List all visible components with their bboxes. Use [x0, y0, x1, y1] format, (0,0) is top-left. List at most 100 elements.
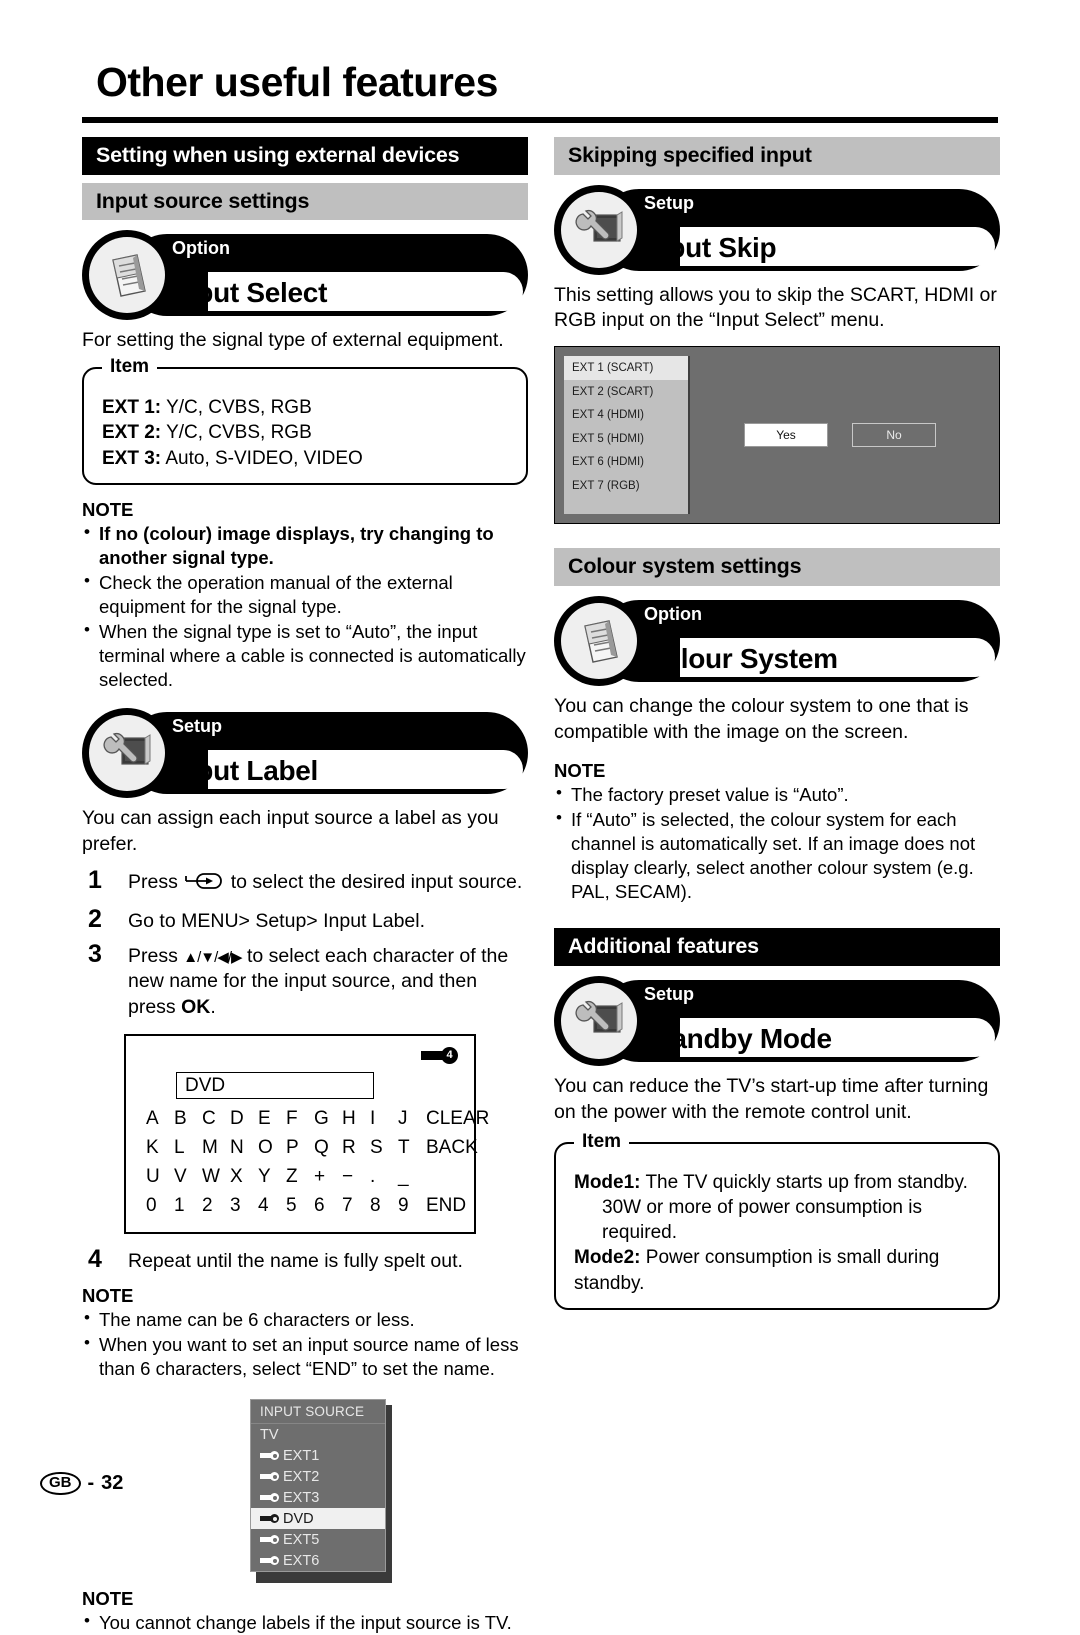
- skip-item-ext1-selected[interactable]: EXT 1 (SCART): [564, 356, 688, 381]
- char-cell[interactable]: S: [370, 1134, 398, 1163]
- item-label: EXT 2:: [102, 422, 162, 444]
- char-cell[interactable]: 5: [286, 1192, 314, 1221]
- char-cell[interactable]: U: [146, 1163, 174, 1192]
- osd-row-ext6[interactable]: EXT6: [251, 1550, 385, 1571]
- clipboard-icon: [82, 230, 172, 321]
- step-text: Repeat until the name is fully spelt out…: [128, 1250, 463, 1273]
- char-cell[interactable]: T: [398, 1134, 426, 1163]
- footer-separator: -: [87, 1471, 95, 1494]
- char-cell[interactable]: G: [314, 1105, 342, 1134]
- region-badge: GB: [40, 1471, 81, 1495]
- step-text: Press to select the desired input source…: [128, 867, 522, 898]
- mode1-label: Mode1:: [574, 1171, 641, 1193]
- no-button[interactable]: No: [852, 423, 936, 448]
- char-cell[interactable]: K: [146, 1134, 174, 1163]
- char-cell[interactable]: Q: [314, 1134, 342, 1163]
- left-column: Setting when using external devices Inpu…: [82, 137, 528, 1635]
- char-cell[interactable]: 1: [174, 1192, 202, 1221]
- name-input-field[interactable]: DVD: [176, 1071, 374, 1099]
- step-number: 2: [88, 904, 102, 933]
- char-cell[interactable]: .: [370, 1163, 398, 1192]
- char-cell[interactable]: J: [398, 1105, 426, 1134]
- colour-system-intro: You can change the colour system to one …: [554, 694, 969, 743]
- char-cell[interactable]: 9: [398, 1192, 426, 1221]
- char-cell[interactable]: M: [202, 1134, 230, 1163]
- input-label-final-note: NOTE You cannot change labels if the inp…: [82, 1588, 528, 1635]
- char-cell[interactable]: O: [258, 1134, 286, 1163]
- osd-row-dvd-selected[interactable]: DVD: [251, 1508, 385, 1530]
- skip-item-ext2[interactable]: EXT 2 (SCART): [564, 380, 688, 404]
- badge-name: Colour System: [644, 642, 838, 674]
- character-grid[interactable]: A B C D E F G H I J CLEAR K L M N O P Q …: [140, 1105, 489, 1221]
- badge-kicker: Option: [644, 603, 702, 624]
- osd-row-ext5[interactable]: EXT5: [251, 1529, 385, 1550]
- step-number: 3: [88, 939, 102, 968]
- back-key[interactable]: BACK: [426, 1134, 489, 1163]
- char-cell[interactable]: R: [342, 1134, 370, 1163]
- char-cell[interactable]: 2: [202, 1192, 230, 1221]
- section-header-colour-system-settings: Colour system settings: [554, 548, 1000, 586]
- char-cell[interactable]: −: [342, 1163, 370, 1192]
- char-cell[interactable]: 4: [258, 1192, 286, 1221]
- char-cell[interactable]: _: [398, 1163, 426, 1192]
- char-cell[interactable]: Z: [286, 1163, 314, 1192]
- skip-item-ext5[interactable]: EXT 5 (HDMI): [564, 427, 688, 451]
- char-cell[interactable]: I: [370, 1105, 398, 1134]
- osd-row-ext2[interactable]: EXT2: [251, 1466, 385, 1487]
- skip-item-ext6[interactable]: EXT 6 (HDMI): [564, 451, 688, 475]
- dpad-arrows-icon: ▲/▼/◀/▶: [183, 948, 242, 966]
- char-cell[interactable]: D: [230, 1105, 258, 1134]
- skip-item-ext7[interactable]: EXT 7 (RGB): [564, 475, 688, 499]
- character-entry-diagram: 4 DVD A B C D E F G H I J CLEAR K L M N …: [124, 1033, 489, 1235]
- clear-key[interactable]: CLEAR: [426, 1105, 489, 1134]
- manual-page: Other useful features Setting when using…: [0, 0, 1080, 1633]
- osd-panel: INPUT SOURCE TV EXT1 EXT2 EXT3 DVD EXT5 …: [250, 1399, 386, 1573]
- callout-step-4: 4: [421, 1046, 458, 1064]
- char-cell[interactable]: F: [286, 1105, 314, 1134]
- char-cell[interactable]: H: [342, 1105, 370, 1134]
- clipboard-icon: [554, 595, 644, 686]
- char-cell[interactable]: 8: [370, 1192, 398, 1221]
- input-skip-osd: EXT 1 (SCART) EXT 2 (SCART) EXT 4 (HDMI)…: [554, 346, 1000, 525]
- char-cell[interactable]: P: [286, 1134, 314, 1163]
- item-label: EXT 1:: [102, 397, 162, 419]
- badge-kicker: Setup: [644, 983, 695, 1004]
- char-cell[interactable]: W: [202, 1163, 230, 1192]
- char-cell[interactable]: E: [258, 1105, 286, 1134]
- char-cell[interactable]: X: [230, 1163, 258, 1192]
- plug-icon: [260, 1451, 279, 1461]
- char-cell[interactable]: V: [174, 1163, 202, 1192]
- char-cell[interactable]: 0: [146, 1192, 174, 1221]
- char-cell[interactable]: A: [146, 1105, 174, 1134]
- step-text-bold: OK: [181, 995, 211, 1018]
- step-text: Press ▲/▼/◀/▶ to select each character o…: [128, 941, 528, 1020]
- plug-icon: [260, 1514, 279, 1524]
- osd-row-label: EXT6: [283, 1552, 320, 1569]
- plug-icon: [260, 1472, 279, 1482]
- step-text-tail: .: [210, 995, 216, 1018]
- osd-row-tv[interactable]: TV: [251, 1424, 385, 1445]
- end-key[interactable]: END: [426, 1192, 489, 1221]
- plug-icon: [260, 1556, 279, 1566]
- standby-mode-item-box: Item Mode1: The TV quickly starts up fro…: [554, 1131, 1000, 1310]
- step: 3 Press ▲/▼/◀/▶ to select each character…: [82, 939, 528, 1020]
- char-cell[interactable]: 7: [342, 1192, 370, 1221]
- item-legend: Item: [574, 1131, 630, 1151]
- skip-item-ext4[interactable]: EXT 4 (HDMI): [564, 404, 688, 428]
- input-skip-intro: This setting allows you to skip the SCAR…: [554, 283, 997, 332]
- char-cell[interactable]: Y: [258, 1163, 286, 1192]
- char-cell[interactable]: B: [174, 1105, 202, 1134]
- char-cell[interactable]: 6: [314, 1192, 342, 1221]
- char-cell[interactable]: 3: [230, 1192, 258, 1221]
- char-cell[interactable]: N: [230, 1134, 258, 1163]
- char-cell[interactable]: C: [202, 1105, 230, 1134]
- item-value: Y/C, CVBS, RGB: [166, 397, 312, 419]
- section-header-additional-features: Additional features: [554, 928, 1000, 966]
- osd-row-ext1[interactable]: EXT1: [251, 1445, 385, 1466]
- item-row: Mode2: Power consumption is small during…: [574, 1245, 982, 1296]
- osd-row-ext3[interactable]: EXT3: [251, 1487, 385, 1508]
- yes-button[interactable]: Yes: [744, 423, 828, 448]
- section-header-external-devices: Setting when using external devices: [82, 137, 528, 175]
- char-cell[interactable]: L: [174, 1134, 202, 1163]
- char-cell[interactable]: +: [314, 1163, 342, 1192]
